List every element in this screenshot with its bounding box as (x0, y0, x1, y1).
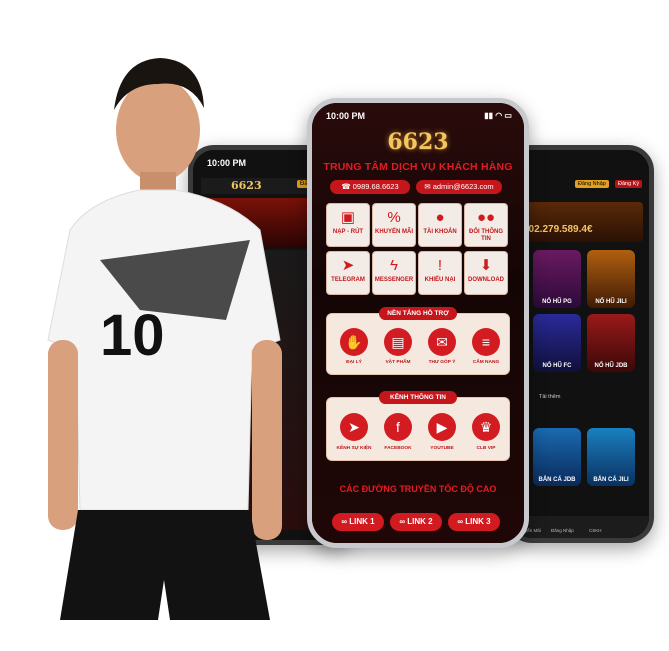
tile-label: TÀI KHOẢN (423, 229, 457, 235)
handshake-icon[interactable]: ✋ (340, 328, 368, 356)
game-label: NỔ HŨ JDB (594, 363, 628, 369)
tile-deposit-withdraw[interactable]: ▣ NẠP - RÚT (326, 203, 370, 247)
support-panel-title: NỀN TẢNG HỖ TRỢ (379, 307, 457, 320)
channel-label: KÊNH SỰ KIỆN (336, 446, 372, 451)
tile-label: TELEGRAM (331, 277, 365, 283)
right-phone-jackpot-banner: 902.279.589.4€ (517, 202, 643, 242)
youtube-icon[interactable]: ▶ (428, 413, 456, 441)
main-phone-logo: 6623 (387, 129, 449, 155)
email-contact-pill[interactable]: ✉ admin@6623.com (416, 180, 502, 194)
game-card[interactable]: BẮN CÁ JDB (533, 428, 581, 486)
tile-account[interactable]: ● TÀI KHOẢN (418, 203, 462, 247)
support-label: ĐẠI LÝ (346, 360, 362, 365)
phone-number: 0989.68.6623 (352, 182, 399, 191)
channel-label: YOUTUBE (430, 446, 454, 451)
right-phone-register-button[interactable]: Đăng Ký (615, 180, 643, 188)
player-left-arm (48, 340, 78, 530)
main-phone-time: 10:00 PM (326, 111, 366, 121)
support-label: VẬT PHẨM (385, 360, 411, 365)
header-title: TRUNG TÂM DỊCH VỤ KHÁCH HÀNG (323, 161, 513, 173)
link-label: LINK 1 (349, 517, 375, 526)
game-label: NỔ HŨ PG (542, 299, 572, 305)
main-phone-status-bar: 10:00 PM ▮▮ ◠ ▭ (326, 111, 512, 123)
link-label: LINK 3 (465, 517, 491, 526)
crown-icon[interactable]: ♛ (472, 413, 500, 441)
game-label: NỔ HŨ FC (542, 363, 572, 369)
player-right-arm (252, 340, 282, 540)
game-label: NỔ HŨ JILI (595, 299, 627, 305)
link-2-button[interactable]: ∞ LINK 2 (390, 513, 442, 531)
phone-contact-pill[interactable]: ☎ 0989.68.6623 (330, 180, 410, 194)
game-label: BẮN CÁ JDB (538, 477, 576, 483)
support-label: THƯ GÓP Ý (428, 360, 456, 365)
right-phone-header: Đăng Nhập Đăng Ký (519, 178, 643, 194)
user-icon: ● (435, 209, 445, 226)
game-card[interactable]: NỔ HŨ PG (533, 250, 581, 308)
game-card[interactable]: NỔ HŨ JDB (587, 314, 635, 372)
signal-icons: ▮▮ ◠ ▭ (484, 111, 512, 120)
right-phone-jackpot: 902.279.589.4€ (523, 224, 593, 235)
mail-icon[interactable]: ✉ (428, 328, 456, 356)
game-label: BẮN CÁ JILI (593, 477, 629, 483)
right-phone-bottom-nav: Khuyến Mãi Đăng Nhập CSKH (511, 516, 649, 538)
telegram-icon[interactable]: ➤ (340, 413, 368, 441)
tile-download[interactable]: ⬇ DOWNLOAD (464, 251, 508, 295)
tile-label: DOWNLOAD (468, 277, 504, 283)
channel-label: FACEBOOK (384, 446, 412, 451)
support-label: CẨM NANG (472, 360, 500, 365)
game-card[interactable]: NỔ HŨ FC (533, 314, 581, 372)
links-section-title: CÁC ĐƯỜNG TRUYỀN TỐC ĐỘ CAO (339, 484, 497, 494)
tile-label: MESSENGER (374, 277, 414, 283)
telegram-icon: ➤ (341, 257, 355, 274)
tile-label: ĐỔI THÔNG TIN (469, 229, 503, 242)
player-shorts (60, 510, 270, 620)
link-3-button[interactable]: ∞ LINK 3 (448, 513, 500, 531)
channel-label: CLB VIP (476, 446, 496, 451)
book-icon[interactable]: ≡ (472, 328, 500, 356)
tile-label: KHUYẾN MÃI (374, 229, 413, 235)
mail-icon: ✉ (424, 182, 433, 191)
right-phone-login-button[interactable]: Đăng Nhập (575, 180, 609, 188)
facebook-icon[interactable]: f (384, 413, 412, 441)
tile-complaint[interactable]: ! KHIẾU NẠI (418, 251, 462, 295)
nav-support[interactable]: CSKH (589, 528, 602, 533)
bank-icon: ▣ (340, 209, 356, 226)
support-panel: NỀN TẢNG HỖ TRỢ ✋ ▤ ✉ ≡ ĐẠI LÝ VẬT PHẨM … (326, 307, 510, 375)
tile-label: NẠP - RÚT (332, 229, 364, 235)
link-label: LINK 2 (407, 517, 433, 526)
download-icon: ⬇ (479, 257, 493, 274)
nav-login[interactable]: Đăng Nhập (551, 528, 574, 533)
gift-icon[interactable]: ▤ (384, 328, 412, 356)
game-card[interactable]: BẮN CÁ JILI (587, 428, 635, 486)
tile-telegram[interactable]: ➤ TELEGRAM (326, 251, 370, 295)
right-phone-note[interactable]: Tải thêm (539, 394, 560, 400)
channels-panel-title: KÊNH THÔNG TIN (379, 391, 457, 404)
users-icon: ●● (476, 209, 496, 226)
tile-label: KHIẾU NẠI (424, 277, 456, 283)
tile-promotion[interactable]: % KHUYẾN MÃI (372, 203, 416, 247)
game-card[interactable]: NỔ HŨ JILI (587, 250, 635, 308)
channels-panel: KÊNH THÔNG TIN ➤ f ▶ ♛ KÊNH SỰ KIỆN FACE… (326, 391, 510, 461)
messenger-icon: ϟ (390, 257, 398, 274)
tile-change-info[interactable]: ●● ĐỔI THÔNG TIN (464, 203, 508, 247)
link-1-button[interactable]: ∞ LINK 1 (332, 513, 384, 531)
jersey-number: 10 (100, 303, 165, 368)
email-address: admin@6623.com (432, 182, 494, 191)
alert-icon: ! (437, 257, 443, 274)
main-phone-mockup: 10:00 PM ▮▮ ◠ ▭ 6623 TRUNG TÂM DỊCH VỤ K… (307, 98, 529, 548)
player-figure: 10 (47, 58, 282, 620)
player-head (116, 78, 200, 182)
percent-icon: % (387, 209, 401, 226)
phone-icon: ☎ (341, 182, 353, 191)
tile-messenger[interactable]: ϟ MESSENGER (372, 251, 416, 295)
